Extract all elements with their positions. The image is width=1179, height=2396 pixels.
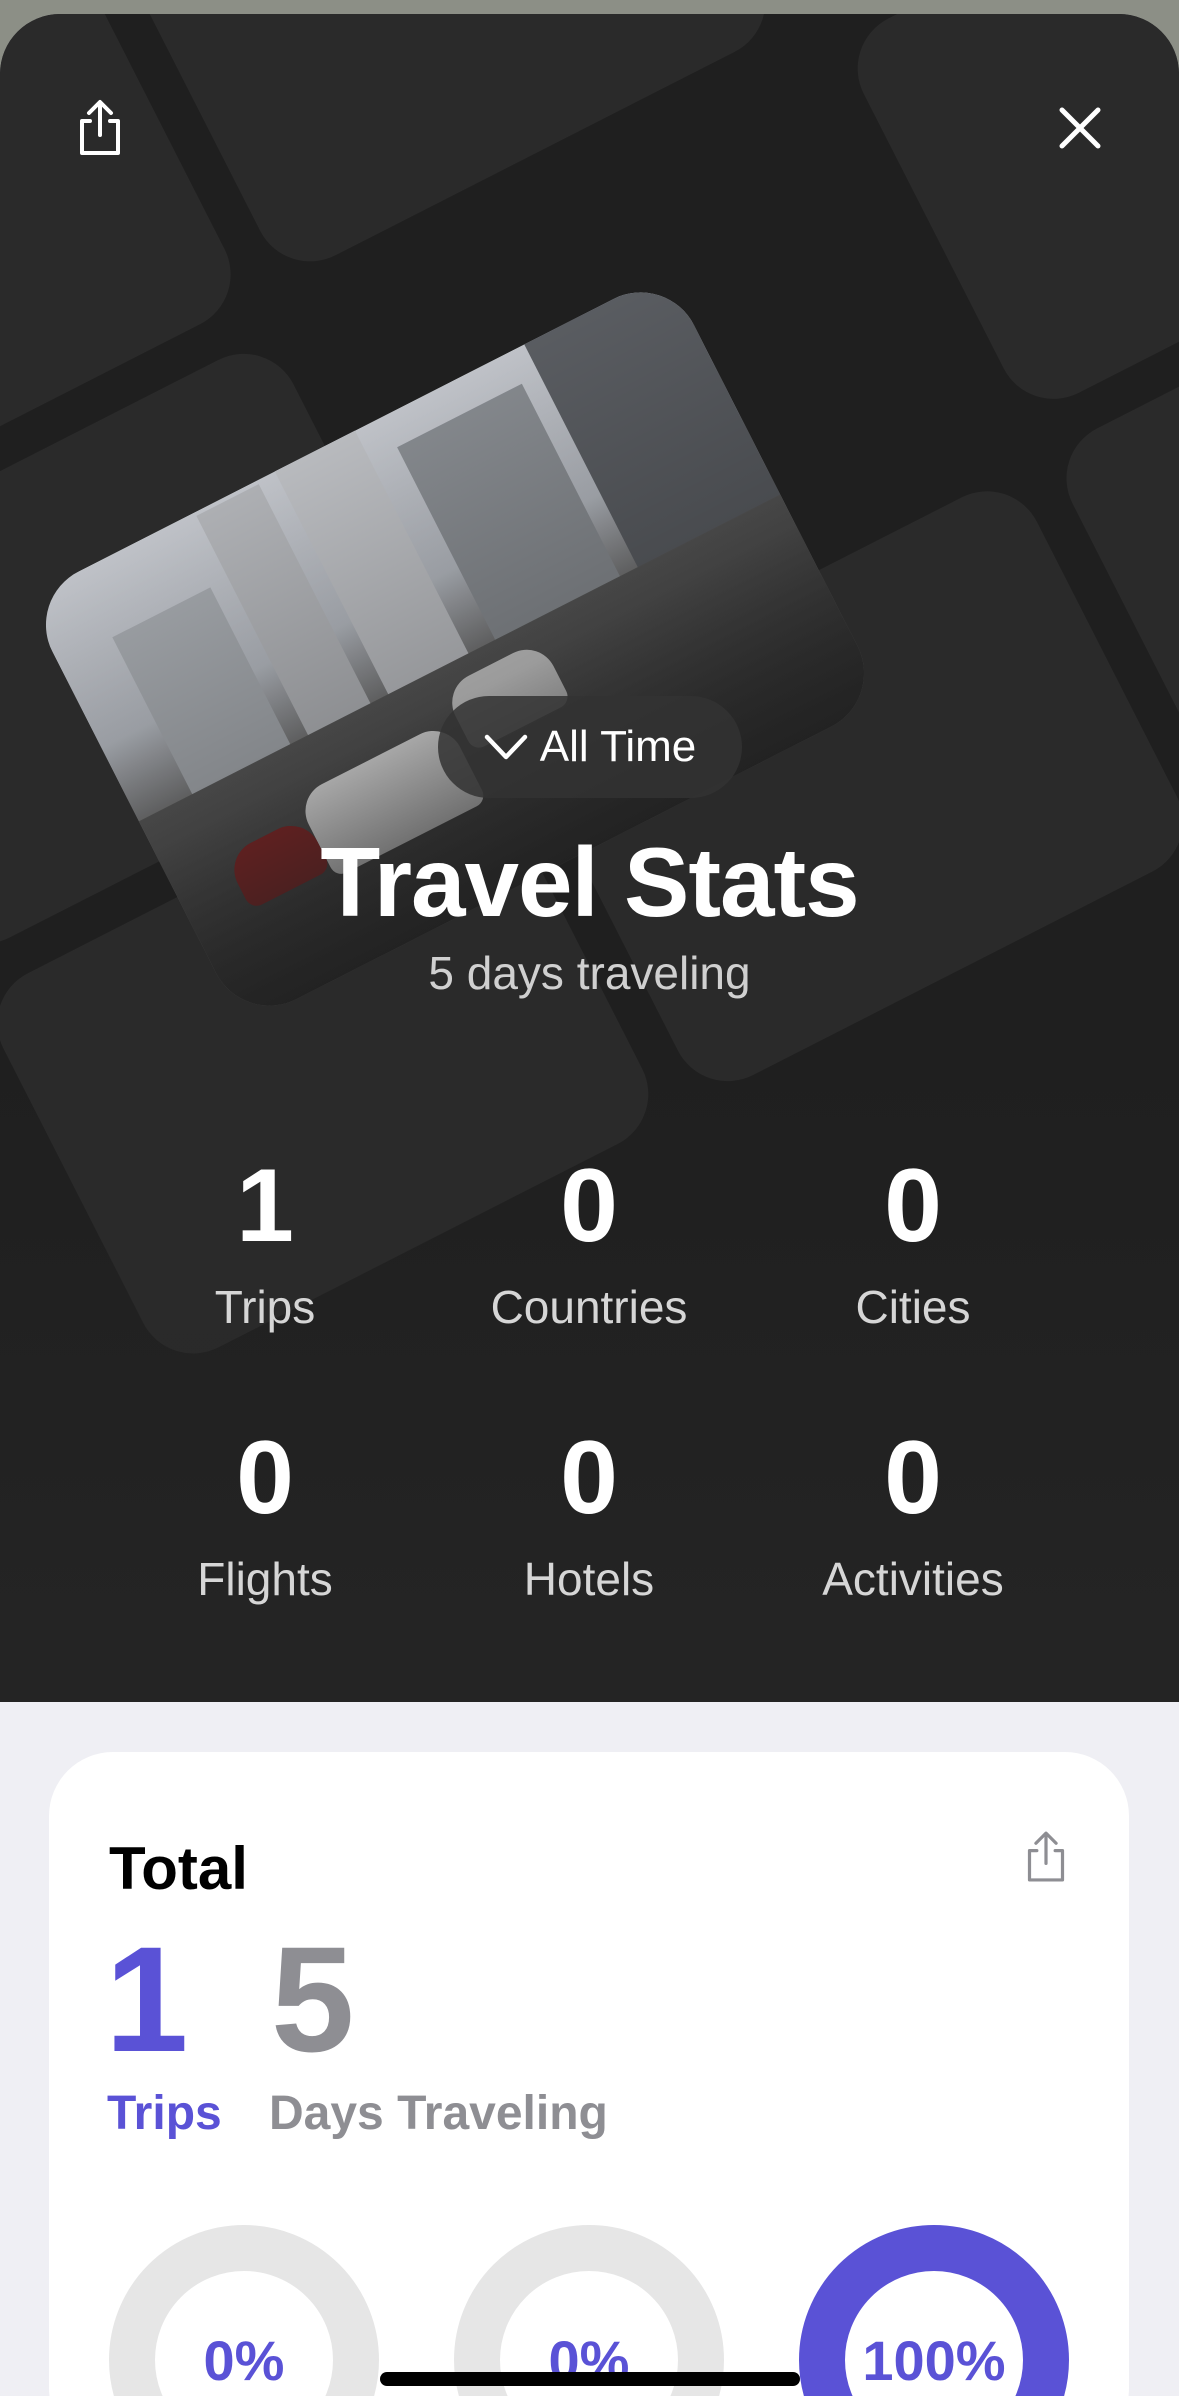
stat-cities: 0 Cities xyxy=(743,1154,1083,1334)
page-title: Travel Stats xyxy=(320,827,859,937)
stat-hotels: 0 Hotels xyxy=(419,1426,759,1606)
progress-ring: 0% xyxy=(109,2225,379,2396)
total-days-value: 5 xyxy=(271,1915,355,2083)
stat-countries: 0 Countries xyxy=(419,1154,759,1334)
stat-value: 0 xyxy=(560,1148,618,1264)
ring-label: 0% xyxy=(203,2328,285,2392)
ring-label: 100% xyxy=(862,2328,1006,2392)
progress-ring: 100% xyxy=(799,2225,1069,2396)
stat-label: Hotels xyxy=(523,1553,655,1605)
stat-value: 0 xyxy=(884,1420,942,1536)
stat-label: Trips xyxy=(214,1281,316,1333)
stat-trips: 1 Trips xyxy=(95,1154,435,1334)
total-trips-label: Trips xyxy=(107,2087,222,2140)
hero-section: All Time Travel Stats 5 days traveling 1… xyxy=(0,14,1179,1702)
stat-label: Activities xyxy=(822,1553,1004,1605)
period-label: All Time xyxy=(539,722,697,771)
chevron-down-icon xyxy=(484,734,527,760)
stat-value: 0 xyxy=(560,1420,618,1536)
period-selector[interactable]: All Time xyxy=(438,696,742,798)
share-icon[interactable] xyxy=(1011,1822,1081,1892)
stat-value: 1 xyxy=(236,1148,294,1264)
home-indicator xyxy=(380,2372,800,2386)
close-icon[interactable] xyxy=(1044,92,1116,164)
stat-label: Cities xyxy=(855,1281,971,1333)
card-title: Total xyxy=(109,1835,248,1902)
stat-activities: 0 Activities xyxy=(743,1426,1083,1606)
progress-ring: 0% xyxy=(454,2225,724,2396)
total-days-label: Days Traveling xyxy=(269,2087,608,2140)
stat-label: Countries xyxy=(490,1281,688,1333)
stat-value: 0 xyxy=(236,1420,294,1536)
stat-value: 0 xyxy=(884,1148,942,1264)
total-trips-value: 1 xyxy=(105,1915,189,2083)
page-subtitle: 5 days traveling xyxy=(428,947,751,999)
share-icon[interactable] xyxy=(64,92,136,164)
stat-flights: 0 Flights xyxy=(95,1426,435,1606)
travel-stats-sheet: All Time Travel Stats 5 days traveling 1… xyxy=(0,14,1179,2396)
total-card: Total 1 Trips 5 Days Traveling 0% 0% 100… xyxy=(49,1752,1129,2396)
stat-label: Flights xyxy=(197,1553,333,1605)
